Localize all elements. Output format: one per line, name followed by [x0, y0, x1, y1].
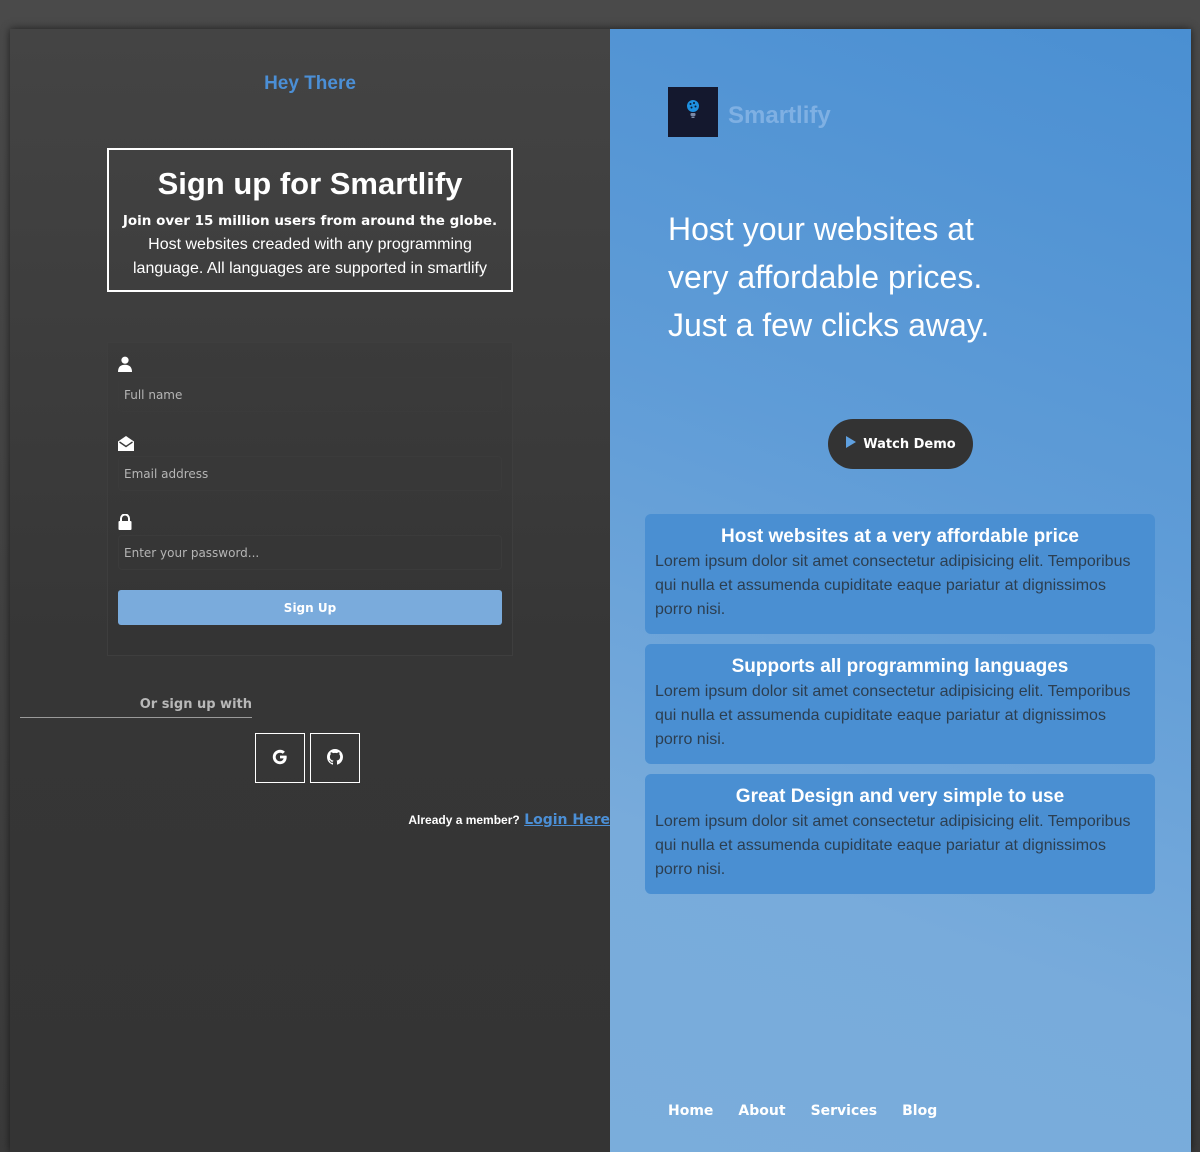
login-prompt: Already a member? Login Here — [20, 811, 610, 829]
google-signup-button[interactable] — [255, 733, 305, 783]
github-signup-button[interactable] — [310, 733, 360, 783]
signup-form: Sign Up — [107, 342, 513, 656]
member-question: Already a member? — [408, 813, 520, 827]
social-divider: Or sign up with — [20, 697, 252, 718]
brand-logo[interactable] — [668, 87, 718, 137]
hero-line: Just a few clicks away. — [668, 307, 990, 343]
feature-card: Great Design and very simple to use Lore… — [645, 774, 1155, 894]
footer-nav: Home About Services Blog — [668, 1103, 962, 1119]
intro-description: Host websites creaded with any programmi… — [133, 236, 487, 277]
hero-text: Host your websites at very affordable pr… — [668, 205, 1088, 349]
feature-body: Lorem ipsum dolor sit amet consectetur a… — [655, 813, 1131, 878]
signup-panel: Hey There Sign up for Smartlify Join ove… — [10, 29, 610, 1152]
marketing-panel: Smartlify Host your websites at very aff… — [610, 29, 1191, 1152]
nav-services[interactable]: Services — [811, 1103, 878, 1119]
feature-card: Supports all programming languages Lorem… — [645, 644, 1155, 764]
user-icon — [118, 356, 134, 372]
lock-icon — [118, 513, 134, 530]
feature-body: Lorem ipsum dolor sit amet consectetur a… — [655, 683, 1131, 748]
login-link[interactable]: Login Here — [524, 812, 610, 828]
google-icon — [271, 748, 289, 769]
play-icon — [845, 435, 857, 453]
watch-demo-button[interactable]: Watch Demo — [828, 419, 973, 469]
fullname-input[interactable] — [118, 377, 502, 412]
feature-title: Supports all programming languages — [731, 656, 1069, 677]
feature-card: Host websites at a very affordable price… — [645, 514, 1155, 634]
password-input[interactable] — [118, 535, 502, 570]
feature-title: Great Design and very simple to use — [735, 786, 1065, 807]
email-input[interactable] — [118, 456, 502, 491]
intro-box: Sign up for Smartlify Join over 15 milli… — [107, 148, 513, 292]
nav-about[interactable]: About — [738, 1103, 785, 1119]
watch-demo-label: Watch Demo — [863, 436, 956, 452]
brand-name: Smartlify — [728, 102, 831, 129]
social-label: Or sign up with — [139, 697, 252, 712]
intro-tagline: Join over 15 million users from around t… — [122, 213, 498, 229]
hero-line: very affordable prices. — [668, 259, 983, 295]
hero-line: Host your websites at — [668, 211, 974, 247]
github-icon — [327, 748, 343, 768]
lightbulb-icon — [685, 99, 701, 126]
feature-body: Lorem ipsum dolor sit amet consectetur a… — [655, 553, 1131, 618]
page-frame: Hey There Sign up for Smartlify Join ove… — [10, 29, 1191, 1152]
greeting: Hey There — [264, 73, 356, 94]
signup-title: Sign up for Smartlify — [157, 166, 463, 201]
nav-home[interactable]: Home — [668, 1103, 713, 1119]
signup-button[interactable]: Sign Up — [118, 590, 502, 625]
envelope-open-icon — [118, 435, 134, 451]
nav-blog[interactable]: Blog — [902, 1103, 937, 1119]
feature-title: Host websites at a very affordable price — [721, 526, 1079, 547]
